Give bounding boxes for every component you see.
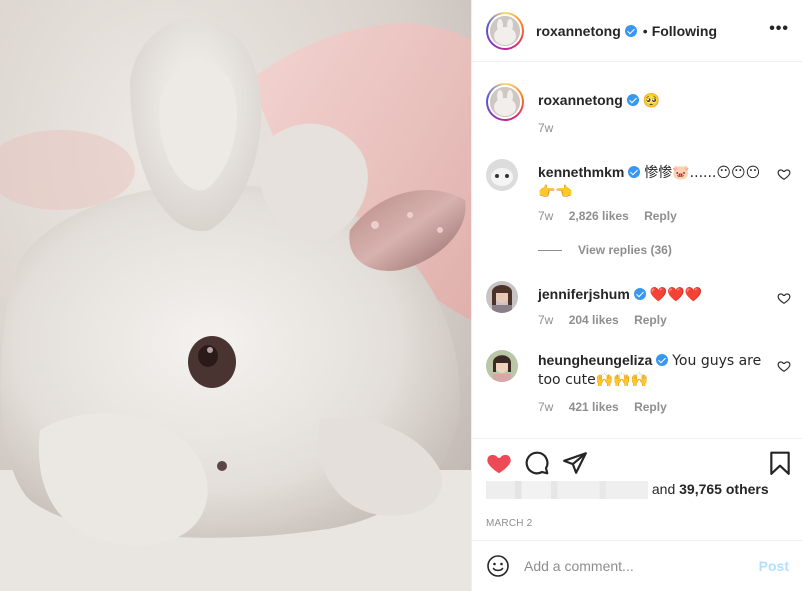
- post-header: roxannetong • Following •••: [472, 0, 802, 62]
- comment-likes[interactable]: 204 likes: [569, 313, 619, 327]
- comment-avatar[interactable]: [486, 159, 518, 191]
- comment-avatar[interactable]: [486, 350, 518, 382]
- add-comment-bar: Add a comment... Post: [472, 540, 802, 591]
- author-avatar-image: [490, 15, 520, 46]
- verified-badge-icon: [628, 166, 641, 178]
- comment-meta: 7w 421 likes Reply: [538, 400, 679, 414]
- comment-text: ❤️❤️❤️: [649, 287, 702, 303]
- reply-button[interactable]: Reply: [634, 313, 667, 327]
- author-avatar[interactable]: [486, 11, 524, 50]
- comment-item: jenniferjshum ❤️❤️❤️ 7w 204 likes Reply: [486, 281, 791, 331]
- instagram-post-modal: roxannetong • Following ••• roxannetong …: [0, 0, 802, 591]
- caption-avatar[interactable]: [486, 83, 524, 121]
- post-actions: and 39,765 others MARCH 2: [472, 438, 802, 540]
- caption-age[interactable]: 7w: [538, 121, 553, 135]
- separator-dot: •: [642, 22, 648, 39]
- comment-icon[interactable]: [524, 450, 550, 476]
- comment-item: heungheungeliza You guys are too cute🙌🙌🙌…: [486, 350, 791, 420]
- post-photo[interactable]: [0, 0, 471, 591]
- comment-likes[interactable]: 2,826 likes: [569, 209, 629, 223]
- comment-meta: 7w 2,826 likes Reply: [538, 209, 689, 223]
- comment-item: kennethmkm 惨惨🐷......😶😶😶👉👈 7w 2,826 likes…: [486, 159, 791, 259]
- author-info: roxannetong • Following: [536, 23, 717, 39]
- like-heart-icon[interactable]: [486, 450, 512, 476]
- bookmark-icon[interactable]: [767, 450, 793, 476]
- comment-username[interactable]: kennethmkm: [538, 164, 624, 180]
- share-icon[interactable]: [562, 450, 588, 476]
- likes-and-text: and: [651, 481, 676, 497]
- reply-button[interactable]: Reply: [634, 400, 667, 414]
- replies-line: [538, 250, 562, 252]
- comment-age[interactable]: 7w: [538, 400, 553, 414]
- like-comment-heart-icon[interactable]: [777, 291, 791, 305]
- caption-meta: 7w: [538, 121, 565, 135]
- caption-username[interactable]: roxannetong: [538, 92, 623, 108]
- comment-username[interactable]: heungheungeliza: [538, 352, 652, 368]
- smiley-icon[interactable]: [486, 554, 510, 578]
- comment-meta: 7w 204 likes Reply: [538, 313, 679, 327]
- like-comment-heart-icon[interactable]: [777, 359, 791, 373]
- unicorn-plush-image: [0, 0, 471, 591]
- following-button[interactable]: Following: [652, 23, 717, 39]
- like-comment-heart-icon[interactable]: [777, 167, 791, 181]
- comment-username[interactable]: jenniferjshum: [538, 286, 630, 302]
- post-date[interactable]: MARCH 2: [486, 518, 532, 529]
- more-options-icon[interactable]: •••: [769, 20, 789, 38]
- post-comment-button[interactable]: Post: [759, 558, 789, 574]
- reply-button[interactable]: Reply: [644, 209, 677, 223]
- comment-input[interactable]: Add a comment...: [524, 558, 759, 574]
- likes-others-link[interactable]: 39,765 others: [679, 481, 769, 497]
- author-username[interactable]: roxannetong: [536, 23, 621, 39]
- comments-list[interactable]: roxannetong 🥺 7w kennethmkm 惨惨🐷......😶😶😶…: [472, 63, 802, 438]
- caption-row: roxannetong 🥺 7w: [486, 83, 791, 143]
- post-side-panel: roxannetong • Following ••• roxannetong …: [471, 0, 802, 591]
- verified-badge-icon: [656, 354, 669, 366]
- liked-by-blurred: [486, 481, 648, 500]
- comment-avatar[interactable]: [486, 281, 518, 313]
- comment-age[interactable]: 7w: [538, 313, 553, 327]
- view-replies-button[interactable]: View replies (36): [538, 243, 672, 257]
- caption-text: 🥺: [642, 93, 661, 109]
- likes-summary: and 39,765 others: [486, 481, 769, 500]
- verified-badge-icon: [633, 288, 646, 300]
- comment-age[interactable]: 7w: [538, 209, 553, 223]
- comment-likes[interactable]: 421 likes: [569, 400, 619, 414]
- verified-badge-icon: [624, 24, 637, 37]
- verified-badge-icon: [626, 94, 639, 106]
